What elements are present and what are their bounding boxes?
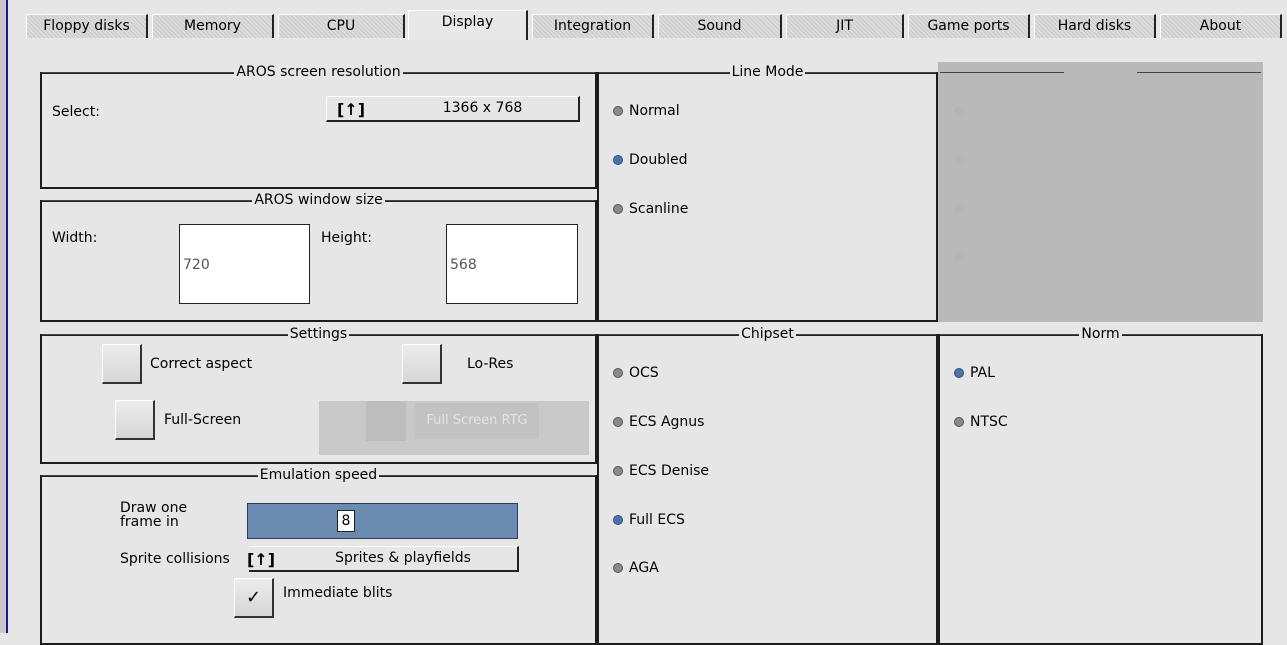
line-mode-group: Line Mode Normal Doubled Scanline xyxy=(597,64,938,322)
radio-vertical: Vertical xyxy=(954,200,1022,218)
norm-title: Norm xyxy=(940,326,1261,342)
select-label: Select: xyxy=(52,104,100,120)
radio-dot-icon xyxy=(954,204,964,214)
tab-hard-disks[interactable]: Hard disks xyxy=(1034,14,1156,38)
radio-scanline[interactable]: Scanline xyxy=(613,200,688,218)
sprite-collisions-label: Sprite collisions xyxy=(120,551,230,567)
width-value: 720 xyxy=(183,257,210,273)
chipset-title: Chipset xyxy=(599,326,936,342)
full-screen-checkbox[interactable] xyxy=(115,400,155,440)
radio-dot-icon xyxy=(954,155,964,165)
screen-resolution-group: AROS screen resolution Select: [↑] 1366 … xyxy=(40,64,597,189)
width-field[interactable]: 720 xyxy=(179,224,310,304)
radio-dot-icon xyxy=(613,466,623,476)
tab-sound[interactable]: Sound xyxy=(658,14,782,38)
window-size-group: AROS window size Width: 720 Height: 568 xyxy=(40,192,597,322)
correct-aspect-label: Correct aspect xyxy=(150,356,253,372)
full-screen-rtg-checkbox xyxy=(366,401,406,441)
radio-full-ecs[interactable]: Full ECS xyxy=(613,511,685,529)
window-left-edge xyxy=(0,0,8,633)
tab-floppy-disks[interactable]: Floppy disks xyxy=(26,14,148,38)
full-screen-rtg-disabled-area: Full Screen RTG xyxy=(319,401,589,455)
draw-frame-label: Draw one frame in xyxy=(120,500,188,530)
radio-ecs-denise[interactable]: ECS Denise xyxy=(613,462,709,480)
norm-group: Norm PAL NTSC xyxy=(938,326,1263,645)
radio-dot-selected-icon xyxy=(954,368,964,378)
radio-dot-selected-icon xyxy=(613,155,623,165)
chipset-group: Chipset OCS ECS Agnus ECS Denise Full EC… xyxy=(597,326,938,645)
full-screen-rtg-label: Full Screen RTG xyxy=(415,403,539,439)
tab-jit[interactable]: JIT xyxy=(786,14,904,38)
height-label: Height: xyxy=(321,230,372,246)
immediate-blits-label: Immediate blits xyxy=(283,585,393,601)
lo-res-label: Lo-Res xyxy=(467,356,514,372)
slider-knob-value[interactable]: 8 xyxy=(337,510,355,532)
line-mode-title: Line Mode xyxy=(599,64,936,80)
full-screen-label: Full-Screen xyxy=(164,412,242,428)
lo-res-checkbox[interactable] xyxy=(402,344,442,384)
tab-about[interactable]: About xyxy=(1160,14,1282,38)
tab-integration[interactable]: Integration xyxy=(532,14,654,38)
screen-resolution-title: AROS screen resolution xyxy=(42,64,595,80)
emulation-speed-group: Emulation speed Draw one frame in 8 Spri… xyxy=(40,467,597,645)
radio-dot-icon xyxy=(613,204,623,214)
height-value: 568 xyxy=(450,257,477,273)
centering-group: Centering None Horizontal Vertical Both xyxy=(938,62,1263,322)
radio-ocs[interactable]: OCS xyxy=(613,364,659,382)
tab-game-ports[interactable]: Game ports xyxy=(908,14,1030,38)
radio-dot-icon xyxy=(613,563,623,573)
settings-title: Settings xyxy=(42,326,595,342)
radio-doubled[interactable]: Doubled xyxy=(613,151,688,169)
radio-dot-icon xyxy=(613,106,623,116)
radio-dot-icon xyxy=(954,252,964,262)
radio-ecs-agnus[interactable]: ECS Agnus xyxy=(613,413,704,431)
radio-dot-icon xyxy=(954,106,964,116)
radio-horizontal: Horizontal xyxy=(954,151,1041,169)
frame-rate-slider[interactable]: 8 xyxy=(247,503,518,539)
window-size-title: AROS window size xyxy=(42,192,595,208)
immediate-blits-checkbox[interactable]: ✓ xyxy=(234,578,274,618)
resolution-value: 1366 x 768 xyxy=(442,100,523,116)
radio-both: Both xyxy=(954,248,1003,266)
radio-ntsc[interactable]: NTSC xyxy=(954,413,1008,431)
centering-title: Centering xyxy=(940,64,1261,80)
radio-dot-selected-icon xyxy=(613,515,623,525)
radio-dot-icon xyxy=(613,417,623,427)
radio-none: None xyxy=(954,102,1007,120)
radio-dot-icon xyxy=(613,368,623,378)
settings-group: Settings Correct aspect Lo-Res Full-Scre… xyxy=(40,326,597,464)
height-field[interactable]: 568 xyxy=(446,224,578,304)
radio-normal[interactable]: Normal xyxy=(613,102,680,120)
correct-aspect-checkbox[interactable] xyxy=(102,344,142,384)
emulation-speed-title: Emulation speed xyxy=(42,467,595,483)
radio-aga[interactable]: AGA xyxy=(613,559,659,577)
tab-display[interactable]: Display xyxy=(408,10,528,40)
width-label: Width: xyxy=(52,230,98,246)
resolution-cycle-button[interactable]: [↑] 1366 x 768 xyxy=(326,96,580,122)
cycle-icon: [↑] xyxy=(337,100,366,119)
tab-cpu[interactable]: CPU xyxy=(278,14,405,38)
tab-memory[interactable]: Memory xyxy=(152,14,274,38)
radio-pal[interactable]: PAL xyxy=(954,364,995,382)
sprite-collisions-cycle-button[interactable]: [↑] Sprites & playfields xyxy=(247,546,519,572)
cycle-icon: [↑] xyxy=(247,550,276,569)
sprite-collisions-value: Sprites & playfields xyxy=(335,550,471,566)
radio-dot-icon xyxy=(954,417,964,427)
